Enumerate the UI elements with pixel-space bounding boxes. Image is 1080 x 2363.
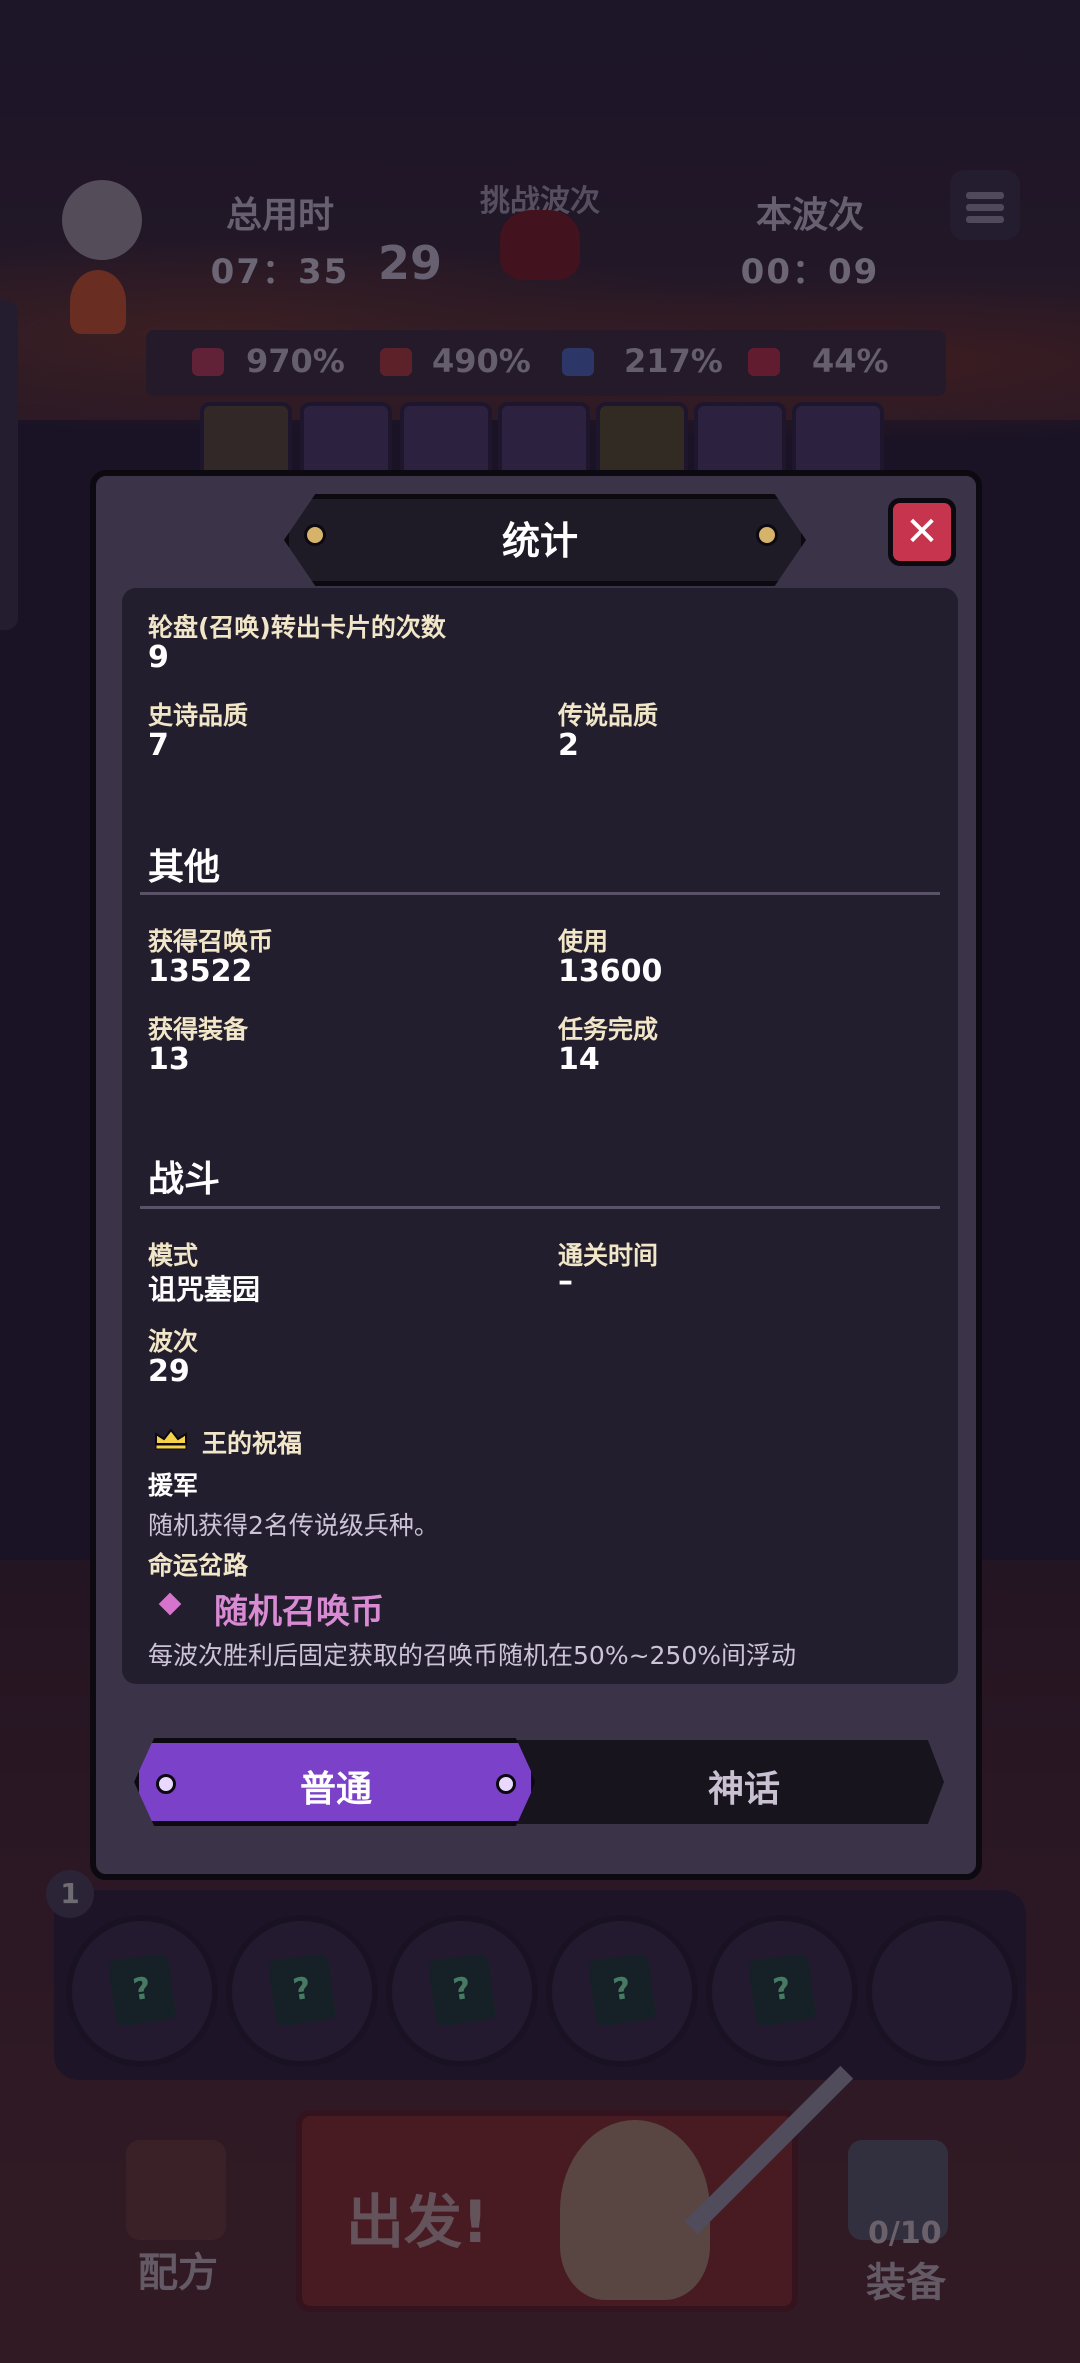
crit-icon — [748, 348, 780, 376]
recipe-book-icon[interactable] — [126, 2140, 226, 2240]
epic-value: 7 — [148, 728, 169, 763]
total-time-block: 总用时 07：35 — [200, 186, 360, 293]
tab-dot-left — [156, 1774, 176, 1794]
buff-percent-1: 970% — [246, 342, 345, 380]
slot-count-badge: 1 — [46, 1870, 94, 1918]
blessing-label: 王的祝福 — [202, 1429, 303, 1458]
epic-label: 史诗品质 — [148, 701, 249, 730]
player-avatar-icon[interactable] — [62, 180, 142, 260]
buff-percent-4: 44% — [812, 342, 889, 380]
sword-icon — [380, 348, 412, 376]
summon-turns-value: 9 — [148, 640, 169, 675]
card-slot[interactable]: ? — [386, 1915, 538, 2067]
clear-time-label: 通关时间 — [558, 1241, 659, 1270]
quest-value: 14 — [558, 1042, 600, 1077]
fate-description: 每波次胜利后固定获取的召唤币随机在50%~250%间浮动 — [148, 1641, 796, 1670]
card-slot[interactable]: ? — [66, 1915, 218, 2067]
quest-label: 任务完成 — [558, 1015, 659, 1044]
total-time-value: 07：35 — [210, 252, 350, 292]
current-wave-block: 本波次 00：09 — [730, 186, 890, 293]
total-time-label: 总用时 — [225, 195, 334, 236]
section-divider — [140, 892, 940, 895]
buff-percent-2: 490% — [432, 342, 531, 380]
modal-title: 统计 — [501, 519, 578, 563]
coins-got-value: 13522 — [148, 954, 253, 989]
equipment-count: 0/10 — [868, 2216, 942, 2251]
close-button[interactable]: ✕ — [888, 498, 956, 566]
equipment-label[interactable]: 装备 — [866, 2250, 946, 2308]
heart-icon — [192, 348, 224, 376]
section-battle: 战斗 — [148, 1159, 221, 1200]
mode-label: 模式 — [148, 1241, 199, 1270]
section-divider — [140, 1206, 940, 1209]
tab-dot-right — [496, 1774, 516, 1794]
wave-value: 29 — [148, 1354, 190, 1389]
card-slot-locked[interactable] — [866, 1915, 1018, 2067]
clear-time-value: – — [558, 1264, 573, 1299]
challenge-wave-value: 29 — [378, 236, 443, 290]
menu-icon[interactable] — [950, 170, 1020, 240]
equip-got-value: 13 — [148, 1042, 190, 1077]
tab-mythic-label[interactable]: 神话 — [644, 1760, 844, 1812]
card-slot[interactable]: ? — [226, 1915, 378, 2067]
fate-label: 命运岔路 — [148, 1551, 249, 1580]
current-wave-value: 00：09 — [740, 252, 880, 292]
card-slot[interactable]: ? — [546, 1915, 698, 2067]
speed-icon — [562, 348, 594, 376]
boss-icon — [500, 210, 580, 280]
section-other: 其他 — [148, 847, 221, 888]
legend-label: 传说品质 — [558, 701, 659, 730]
legend-value: 2 — [558, 728, 579, 763]
equip-got-label: 获得装备 — [148, 1015, 249, 1044]
king-character — [560, 2120, 710, 2300]
coins-used-label: 使用 — [558, 927, 609, 956]
blessing-name: 援军 — [148, 1471, 199, 1500]
flame-icon — [70, 270, 126, 334]
start-button-label[interactable]: 出发! — [346, 2175, 488, 2259]
side-drawer-tab[interactable] — [0, 300, 18, 630]
blessing-description: 随机获得2名传说级兵种。 — [148, 1511, 439, 1540]
coins-got-label: 获得召唤币 — [148, 927, 274, 956]
summon-turns-label: 轮盘(召唤)转出卡片的次数 — [148, 613, 446, 642]
mode-value: 诅咒墓园 — [148, 1273, 261, 1306]
coins-used-value: 13600 — [558, 954, 663, 989]
card-slot[interactable]: ? — [706, 1915, 858, 2067]
fate-name: 随机召唤币 — [214, 1592, 384, 1632]
wave-label: 波次 — [148, 1327, 199, 1356]
crown-icon — [155, 1428, 187, 1450]
tab-normal-label[interactable]: 普通 — [236, 1760, 436, 1812]
current-wave-label: 本波次 — [755, 195, 864, 236]
buff-percent-3: 217% — [624, 342, 723, 380]
recipe-label[interactable]: 配方 — [138, 2240, 218, 2298]
